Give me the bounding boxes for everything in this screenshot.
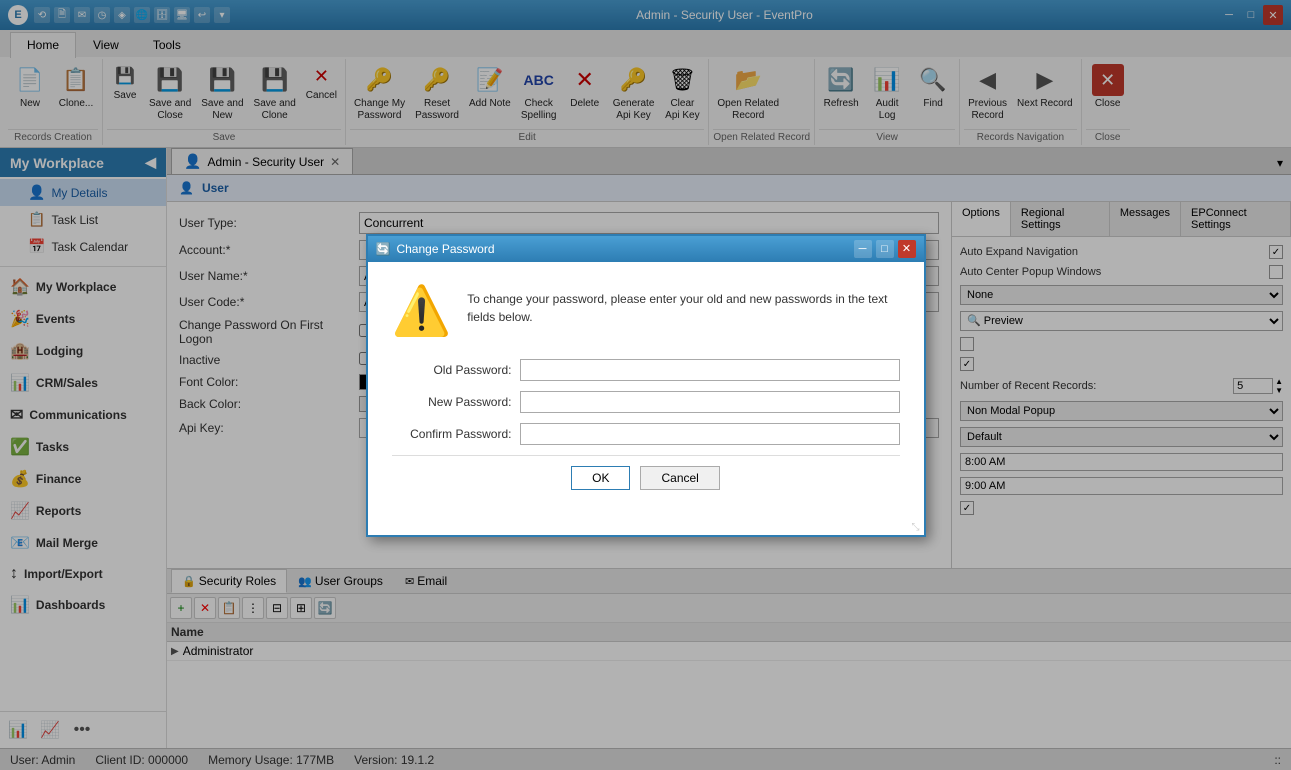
confirm-password-label: Confirm Password: xyxy=(392,427,512,441)
modal-title-icon: 🔄 xyxy=(376,242,391,256)
modal-maximize-button[interactable]: □ xyxy=(876,240,894,258)
modal-cancel-button[interactable]: Cancel xyxy=(640,466,719,490)
modal-titlebar-controls: ─ □ ✕ xyxy=(854,240,916,258)
modal-field-confirm-password: Confirm Password: xyxy=(392,423,900,445)
modal-title-left: 🔄 Change Password xyxy=(376,242,495,256)
modal-message: To change your password, please enter yo… xyxy=(467,282,899,339)
modal-minimize-button[interactable]: ─ xyxy=(854,240,872,258)
modal-title-text: Change Password xyxy=(396,242,494,256)
new-password-label: New Password: xyxy=(392,395,512,409)
modal-warning-icon: ⚠️ xyxy=(392,282,452,339)
modal-overlay: 🔄 Change Password ─ □ ✕ ⚠️ To change you… xyxy=(0,0,1291,770)
confirm-password-input[interactable] xyxy=(520,423,900,445)
modal-close-button[interactable]: ✕ xyxy=(898,240,916,258)
modal-content: ⚠️ To change your password, please enter… xyxy=(368,262,924,520)
modal-titlebar: 🔄 Change Password ─ □ ✕ xyxy=(368,236,924,262)
modal-body: ⚠️ To change your password, please enter… xyxy=(392,282,900,339)
modal-ok-button[interactable]: OK xyxy=(571,466,630,490)
old-password-label: Old Password: xyxy=(392,363,512,377)
modal-field-new-password: New Password: xyxy=(392,391,900,413)
new-password-input[interactable] xyxy=(520,391,900,413)
modal-fields: Old Password: New Password: Confirm Pass… xyxy=(392,359,900,445)
modal-field-old-password: Old Password: xyxy=(392,359,900,381)
modal-resize-handle[interactable]: ⤡ xyxy=(368,520,924,535)
old-password-input[interactable] xyxy=(520,359,900,381)
modal-buttons: OK Cancel xyxy=(392,455,900,500)
change-password-modal: 🔄 Change Password ─ □ ✕ ⚠️ To change you… xyxy=(366,234,926,537)
